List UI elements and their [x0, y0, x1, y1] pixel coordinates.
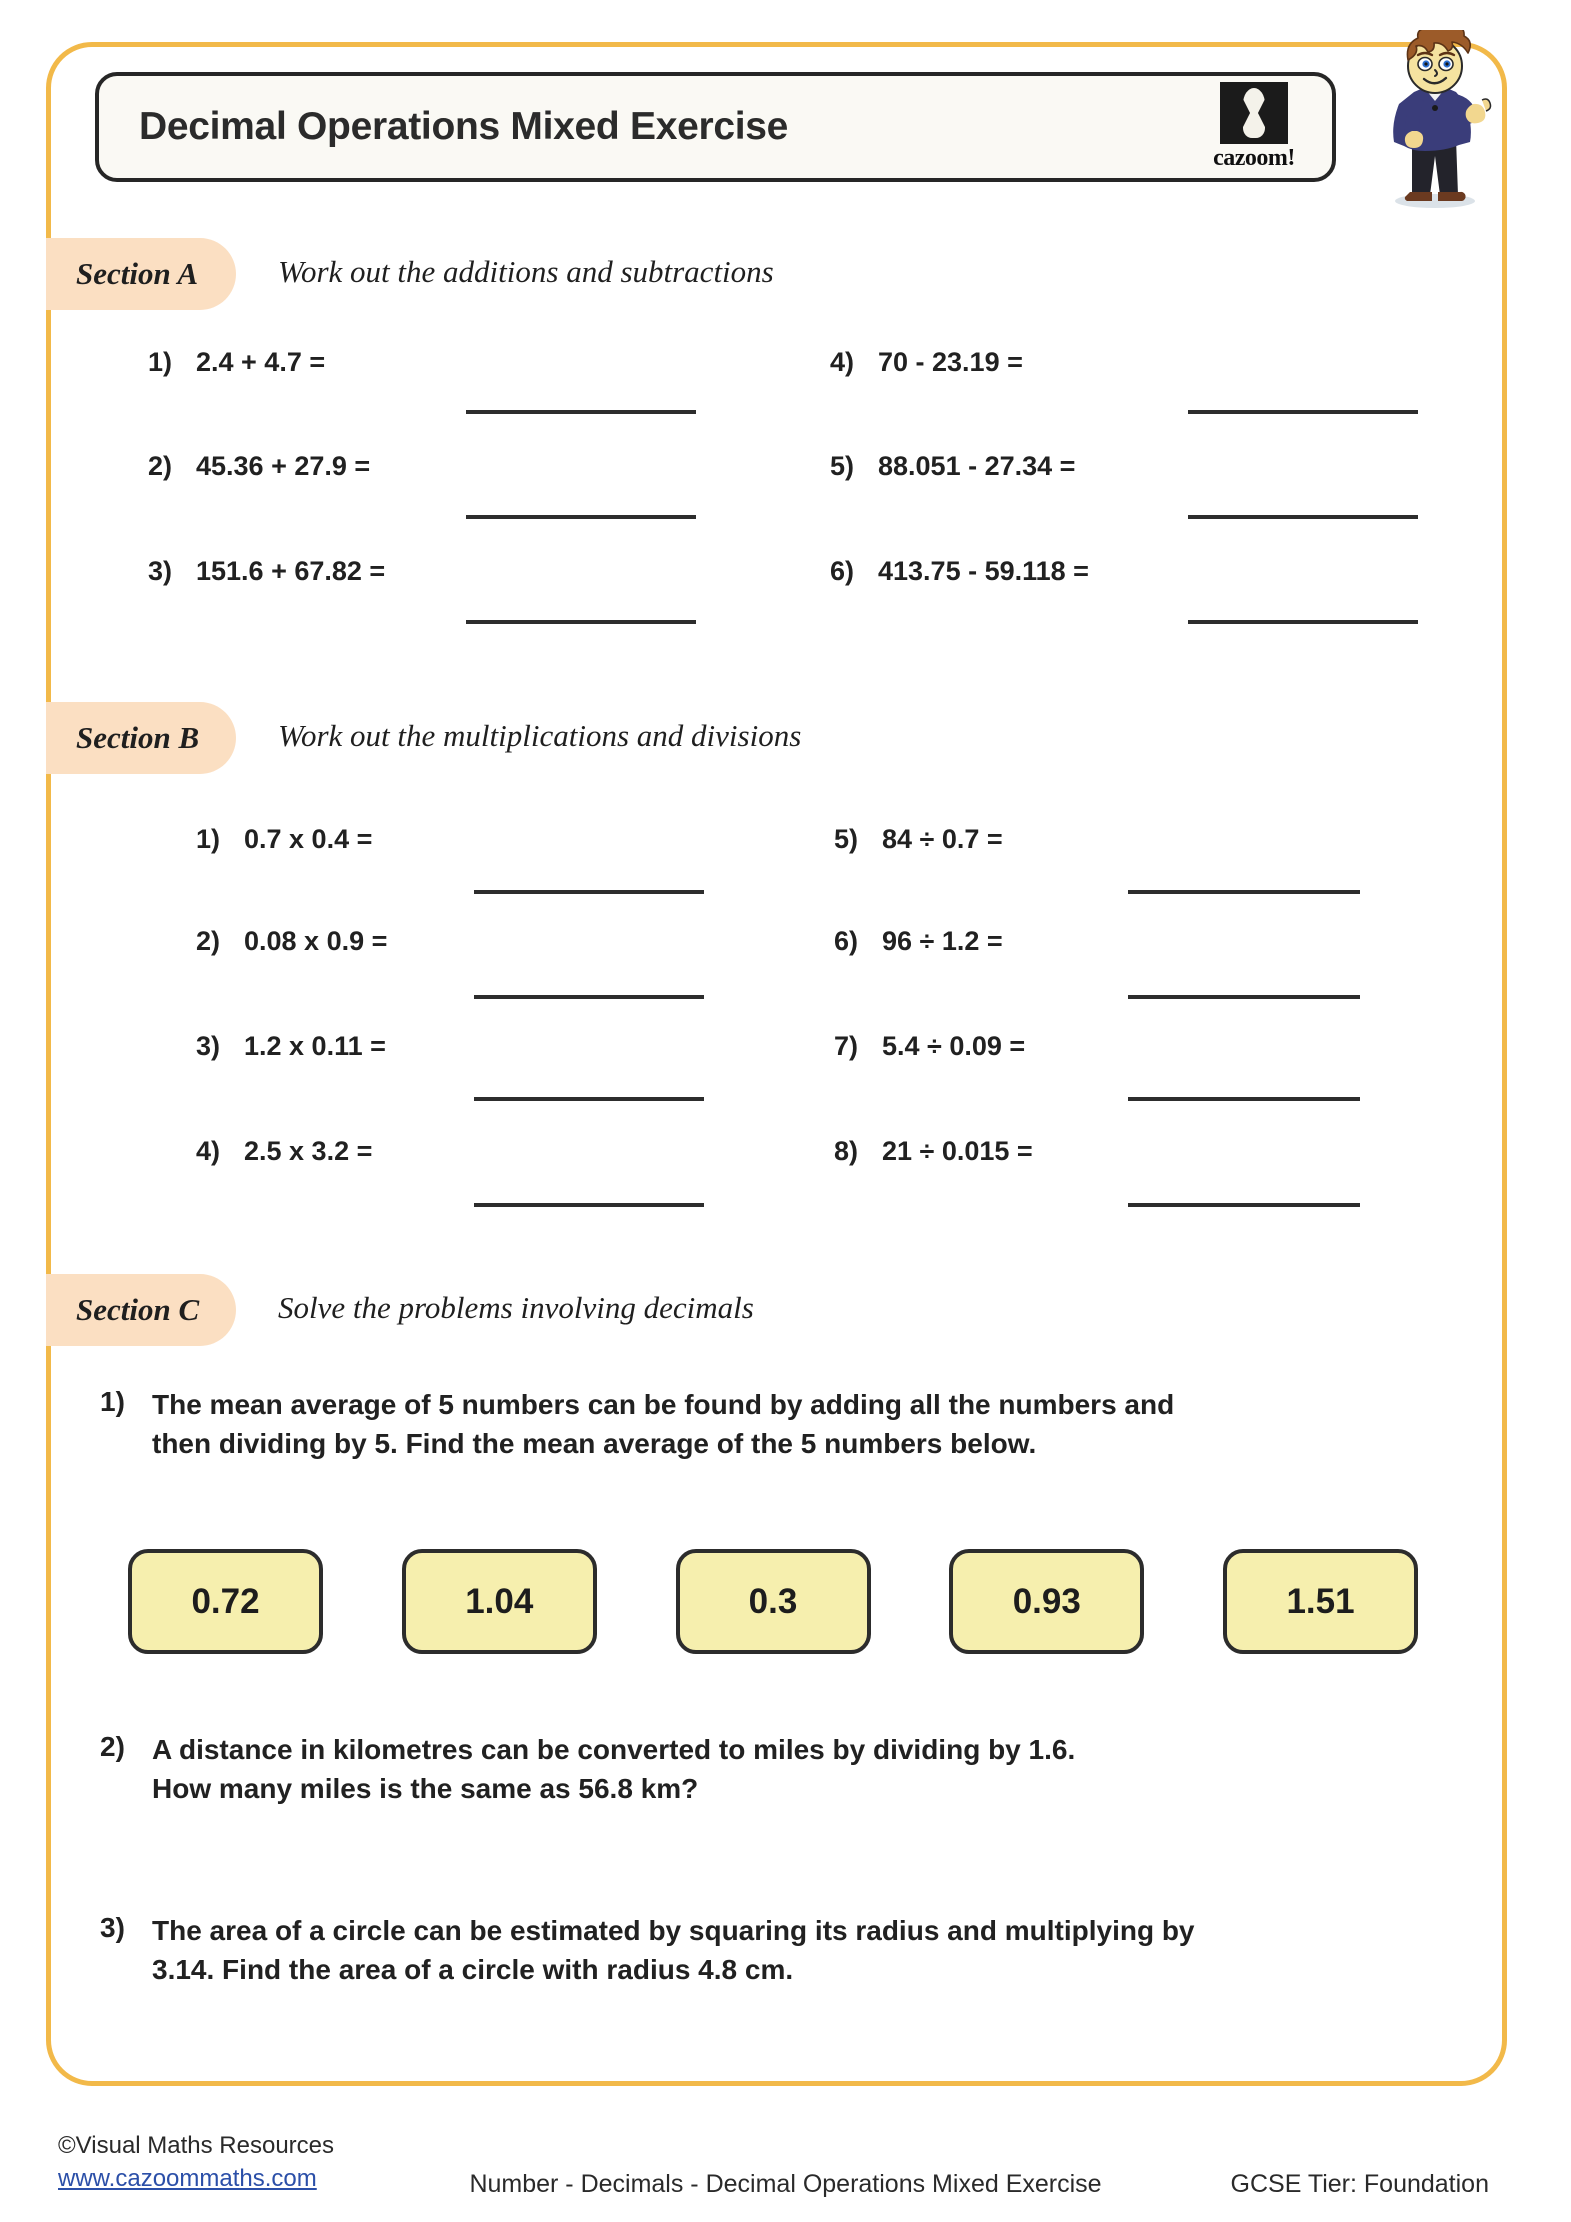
question-number: 4)	[830, 347, 855, 377]
question-a3: 3) 151.6 + 67.82 =	[148, 556, 385, 587]
question-a2: 2) 45.36 + 27.9 =	[148, 451, 370, 482]
answer-line-a5[interactable]	[1188, 515, 1418, 519]
question-number: 6)	[830, 556, 855, 586]
question-number: 5)	[834, 824, 859, 854]
footer-copyright: ©Visual Maths Resources	[58, 2132, 335, 2159]
question-number: 1)	[196, 824, 221, 854]
question-text: 84 ÷ 0.7 =	[882, 824, 1003, 854]
section-b-description: Work out the multiplications and divisio…	[278, 718, 802, 753]
question-text: 0.7 x 0.4 =	[244, 824, 373, 854]
question-number: 2)	[148, 451, 173, 481]
question-b3: 3) 1.2 x 0.11 =	[196, 1031, 386, 1062]
section-b-label: Section B	[76, 720, 200, 755]
question-a1: 1) 2.4 + 4.7 =	[148, 347, 325, 378]
problem-c2: 2) A distance in kilometres can be conve…	[100, 1731, 1470, 1808]
section-tag-a: Section A	[46, 238, 236, 310]
answer-line-b6[interactable]	[1128, 995, 1360, 999]
question-number: 8)	[834, 1136, 859, 1166]
question-number: 7)	[834, 1031, 859, 1061]
problem-line-2: 3.14. Find the area of a circle with rad…	[152, 1953, 794, 1985]
question-text: 1.2 x 0.11 =	[244, 1031, 386, 1061]
problem-line-1: A distance in kilometres can be converte…	[152, 1734, 1076, 1765]
question-b4: 4) 2.5 x 3.2 =	[196, 1136, 372, 1167]
section-tag-c: Section C	[46, 1274, 236, 1346]
answer-line-b7[interactable]	[1128, 1097, 1360, 1101]
problem-line-1: The mean average of 5 numbers can be fou…	[152, 1389, 1175, 1420]
question-a4: 4) 70 - 23.19 =	[830, 347, 1023, 378]
question-number: 2)	[196, 926, 221, 956]
answer-line-a3[interactable]	[466, 620, 696, 624]
number-card: 1.51	[1223, 1549, 1418, 1654]
answer-line-a1[interactable]	[466, 410, 696, 414]
question-text: 96 ÷ 1.2 =	[882, 926, 1003, 956]
cazoom-hourglass-icon	[1220, 82, 1288, 144]
answer-line-b3[interactable]	[474, 1097, 704, 1101]
question-text: 151.6 + 67.82 =	[196, 556, 386, 586]
question-text: 70 - 23.19 =	[878, 347, 1023, 377]
question-text: 21 ÷ 0.015 =	[882, 1136, 1033, 1166]
problem-number: 3)	[100, 1912, 125, 1943]
question-text: 2.4 + 4.7 =	[196, 347, 326, 377]
question-number: 6)	[834, 926, 859, 956]
cazoom-logo: cazoom!	[1198, 82, 1310, 172]
answer-line-a4[interactable]	[1188, 410, 1418, 414]
question-a5: 5) 88.051 - 27.34 =	[830, 451, 1075, 482]
question-number: 3)	[196, 1031, 221, 1061]
page-title: Decimal Operations Mixed Exercise	[139, 105, 789, 148]
cazoom-logo-wordmark: cazoom!	[1213, 145, 1295, 171]
section-c-description: Solve the problems involving decimals	[278, 1290, 754, 1325]
number-card-list: 0.72 1.04 0.3 0.93 1.51	[128, 1549, 1418, 1654]
problem-text: The mean average of 5 numbers can be fou…	[152, 1386, 1174, 1463]
question-text: 0.08 x 0.9 =	[244, 926, 388, 956]
answer-line-a2[interactable]	[466, 515, 696, 519]
problem-number: 1)	[100, 1386, 125, 1417]
question-b7: 7) 5.4 ÷ 0.09 =	[834, 1031, 1025, 1062]
footer-tier-label: GCSE Tier: Foundation	[1230, 2170, 1489, 2198]
question-b8: 8) 21 ÷ 0.015 =	[834, 1136, 1033, 1167]
question-b2: 2) 0.08 x 0.9 =	[196, 926, 387, 957]
question-number: 5)	[830, 451, 855, 481]
question-number: 4)	[196, 1136, 221, 1166]
number-card: 0.93	[949, 1549, 1145, 1654]
problem-c3: 3) The area of a circle can be estimated…	[100, 1912, 1500, 1989]
number-card: 0.72	[128, 1549, 323, 1654]
section-c-label: Section C	[76, 1292, 200, 1327]
problem-line-1: The area of a circle can be estimated by…	[152, 1915, 1195, 1946]
mascot-student-illustration	[1372, 20, 1502, 208]
question-number: 3)	[148, 556, 173, 586]
problem-line-2: then dividing by 5. Find the mean averag…	[152, 1427, 1037, 1459]
section-a-label: Section A	[76, 256, 199, 291]
answer-line-b4[interactable]	[474, 1203, 704, 1207]
question-text: 5.4 ÷ 0.09 =	[882, 1031, 1026, 1061]
question-b5: 5) 84 ÷ 0.7 =	[834, 824, 1003, 855]
worksheet-title-bar: Decimal Operations Mixed Exercise cazoom…	[95, 72, 1336, 182]
problem-c1: 1) The mean average of 5 numbers can be …	[100, 1386, 1470, 1463]
page-footer: ©Visual Maths Resources www.cazoommaths.…	[0, 2132, 1571, 2222]
question-text: 413.75 - 59.118 =	[878, 556, 1089, 586]
question-a6: 6) 413.75 - 59.118 =	[830, 556, 1089, 587]
number-card: 1.04	[401, 1549, 597, 1654]
problem-number: 2)	[100, 1731, 125, 1762]
question-text: 45.36 + 27.9 =	[196, 451, 371, 481]
problem-text: A distance in kilometres can be converte…	[152, 1731, 1075, 1808]
question-number: 1)	[148, 347, 173, 377]
question-text: 2.5 x 3.2 =	[244, 1136, 373, 1166]
answer-line-b1[interactable]	[474, 890, 704, 894]
answer-line-a6[interactable]	[1188, 620, 1418, 624]
answer-line-b2[interactable]	[474, 995, 704, 999]
answer-line-b5[interactable]	[1128, 890, 1360, 894]
question-b6: 6) 96 ÷ 1.2 =	[834, 926, 1003, 957]
number-card: 0.3	[675, 1549, 871, 1654]
answer-line-b8[interactable]	[1128, 1203, 1360, 1207]
problem-line-2: How many miles is the same as 56.8 km?	[152, 1772, 699, 1804]
problem-text: The area of a circle can be estimated by…	[152, 1912, 1195, 1989]
section-tag-b: Section B	[46, 702, 236, 774]
section-a-description: Work out the additions and subtractions	[278, 254, 774, 289]
question-b1: 1) 0.7 x 0.4 =	[196, 824, 372, 855]
question-text: 88.051 - 27.34 =	[878, 451, 1076, 481]
